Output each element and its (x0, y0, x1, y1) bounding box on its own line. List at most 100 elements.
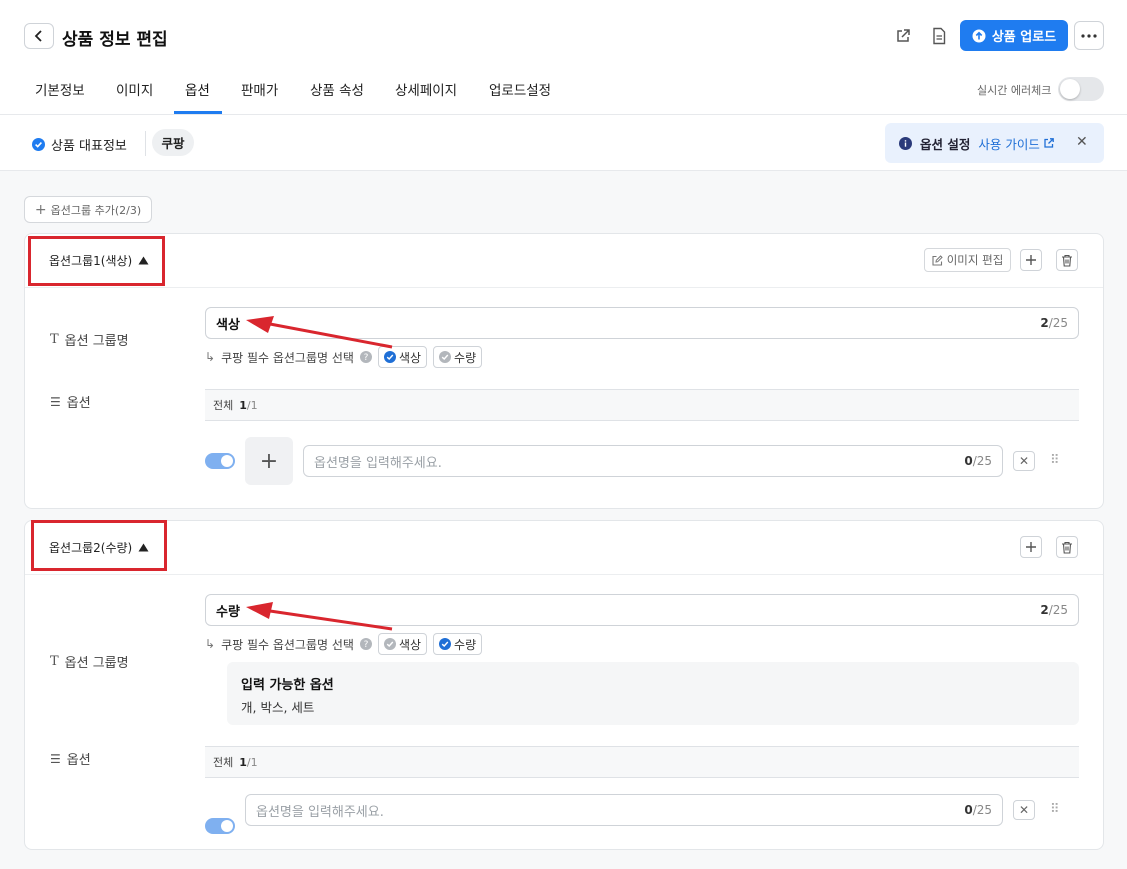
option-name-input[interactable]: 옵션명을 입력해주세요. 0/25 (303, 445, 1003, 477)
char-max: /25 (1048, 603, 1068, 617)
chip-label: 수량 (454, 350, 477, 365)
drag-handle-icon[interactable]: ⠿ (1050, 802, 1059, 817)
available-options-text: 개, 박스, 세트 (241, 700, 315, 715)
return-arrow-icon: ↳ (205, 350, 216, 364)
text-icon: T (50, 654, 59, 669)
add-option-group-button[interactable]: + 옵션그룹 추가(2/3) (24, 196, 152, 223)
delete-group-button[interactable] (1056, 249, 1078, 271)
char-count: 0 (964, 803, 973, 817)
tab-detail-page[interactable]: 상세페이지 (395, 79, 457, 99)
required-option-chip[interactable]: 수량 (433, 633, 483, 655)
active-tab-indicator (174, 111, 222, 114)
tab-price[interactable]: 판매가 (241, 79, 278, 99)
chip-label: 색상 (398, 350, 422, 365)
guide-link[interactable]: 사용 가이드 (978, 134, 1054, 153)
tab-options[interactable]: 옵션 (185, 79, 210, 99)
option-name-input[interactable]: 옵션명을 입력해주세요. 0/25 (245, 794, 1003, 826)
chip-label: 색상 (398, 637, 422, 652)
triangle-up-icon (138, 543, 149, 552)
char-max: /25 (972, 454, 992, 468)
marketplace-chip[interactable]: 쿠팡 (152, 129, 194, 156)
chevron-left-icon (34, 30, 42, 42)
upload-label: 상품 업로드 (991, 30, 1057, 45)
option-placeholder: 옵션명을 입력해주세요. (314, 455, 442, 471)
option-enabled-toggle[interactable] (205, 453, 235, 469)
option-enabled-toggle[interactable] (205, 818, 235, 834)
list-total: /1 (246, 398, 258, 412)
document-button[interactable] (926, 23, 952, 49)
options-label: 옵션 (66, 396, 91, 411)
trash-icon (1062, 541, 1072, 554)
check-icon (439, 351, 452, 363)
group-name-row-label: T 옵션 그룹명 (50, 652, 129, 671)
add-option-image-button[interactable]: + (245, 437, 293, 485)
available-options-box: 입력 가능한 옵션 개, 박스, 세트 (227, 662, 1079, 725)
edit-icon (932, 254, 943, 266)
text-icon: T (50, 332, 59, 347)
list-count: 1 (239, 398, 247, 412)
annotation-arrow (246, 316, 393, 349)
group-name-row-label: T 옵션 그룹명 (50, 330, 129, 349)
option-placeholder: 옵션명을 입력해주세요. (256, 804, 384, 820)
divider (145, 131, 146, 156)
char-count: 2 (1040, 316, 1049, 330)
rep-info-label: 상품 대표정보 (51, 139, 127, 154)
chip-label: 수량 (454, 637, 477, 652)
close-icon[interactable]: ✕ (1076, 134, 1088, 150)
drag-handle-icon[interactable]: ⠿ (1050, 453, 1059, 468)
group-name-label: 옵션 그룹명 (64, 334, 129, 349)
list-icon: ☰ (50, 751, 61, 766)
remove-option-button[interactable]: ✕ (1013, 800, 1035, 820)
back-button[interactable] (24, 23, 54, 49)
info-icon (899, 136, 912, 150)
page-title: 상품 정보 편집 (62, 30, 168, 50)
product-upload-button[interactable]: 상품 업로드 (960, 20, 1068, 51)
return-arrow-icon: ↳ (205, 637, 216, 651)
tab-images[interactable]: 이미지 (116, 79, 153, 99)
list-all-label: 전체 (213, 399, 234, 412)
more-button[interactable] (1074, 21, 1104, 50)
svg-text:?: ? (364, 640, 369, 650)
group-name-label: 옵션 그룹명 (64, 656, 129, 671)
char-max: /25 (1048, 316, 1068, 330)
available-options-title: 입력 가능한 옵션 (241, 678, 334, 693)
annotation-arrow (246, 602, 393, 631)
realtime-check-toggle[interactable] (1058, 77, 1104, 101)
image-edit-button[interactable]: 이미지 편집 (924, 248, 1011, 272)
tab-upload-settings[interactable]: 업로드설정 (489, 79, 551, 99)
required-option-chip[interactable]: 수량 (433, 346, 483, 368)
list-icon: ☰ (50, 394, 61, 409)
char-counter: 0/25 (964, 803, 992, 817)
help-icon[interactable]: ? (359, 351, 372, 363)
external-link-button[interactable] (890, 23, 916, 49)
options-row-label: ☰ 옵션 (50, 749, 91, 769)
guide-link-label: 사용 가이드 (978, 136, 1040, 152)
char-count: 0 (964, 454, 973, 468)
remove-option-button[interactable]: ✕ (1013, 451, 1035, 471)
char-count: 2 (1040, 603, 1049, 617)
add-group-label: 옵션그룹 추가(2/3) (50, 203, 142, 217)
tab-attributes[interactable]: 상품 속성 (310, 79, 364, 99)
delete-group-button[interactable] (1056, 536, 1078, 558)
add-option-button[interactable] (1020, 249, 1042, 271)
group-title[interactable]: 옵션그룹2(수량) (49, 539, 149, 556)
external-link-icon (1044, 138, 1054, 148)
group-title-label: 옵션그룹1(색상) (49, 254, 133, 268)
char-counter: 0/25 (964, 454, 992, 468)
more-dots-icon (1081, 33, 1097, 38)
help-icon[interactable]: ? (359, 638, 372, 650)
guide-title: 옵션 설정 (920, 136, 971, 152)
check-badge-icon (32, 138, 45, 151)
top-header (0, 0, 1127, 115)
tab-basic-info[interactable]: 기본정보 (35, 79, 85, 99)
option-list-header: 전체 1/1 (205, 389, 1079, 421)
required-label: 쿠팡 필수 옵션그룹명 선택 (221, 637, 354, 652)
add-option-button[interactable] (1020, 536, 1042, 558)
group-title-label: 옵션그룹2(수량) (49, 541, 133, 555)
rep-info-item[interactable]: 상품 대표정보 (32, 135, 127, 154)
group-title[interactable]: 옵션그룹1(색상) (49, 252, 149, 269)
trash-icon (1062, 254, 1072, 267)
check-icon (383, 638, 396, 650)
triangle-up-icon (138, 256, 149, 265)
plus-icon (1026, 542, 1036, 552)
